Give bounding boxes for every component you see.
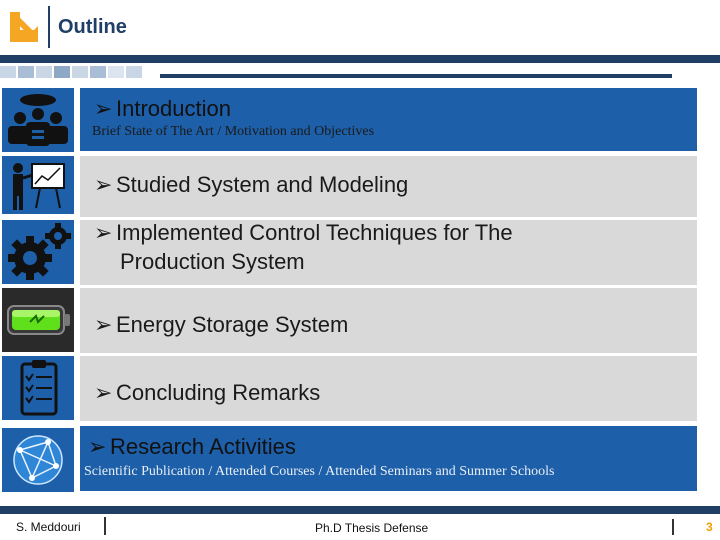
footer-author: S. Meddouri (16, 520, 81, 534)
header-bar (0, 55, 720, 63)
footer-separator (104, 517, 106, 535)
header-tiles (0, 66, 720, 78)
outline-item-control-techniques[interactable]: ➢ Implemented Control Techniques for The … (80, 220, 697, 286)
item-text: Implemented Control Techniques for The (116, 220, 513, 245)
item-subtitle-introduction: Brief State of The Art / Motivation and … (92, 124, 375, 139)
item-label-introduction: ➢ Introduction (94, 96, 231, 122)
outline-item-research-activities[interactable]: ➢ Research Activities Scientific Publicat… (80, 426, 697, 492)
research-icon-box (2, 428, 74, 492)
introduction-icon-box (2, 88, 74, 152)
globe-network-icon (13, 435, 63, 485)
outline-item-concluding-remarks[interactable]: ➢ Concluding Remarks (80, 356, 697, 422)
footer-separator (672, 519, 674, 535)
item-label-energy-storage: ➢ Energy Storage System (94, 312, 348, 338)
storage-icon-box (2, 288, 74, 352)
title-separator (48, 6, 50, 48)
arrow-bullet-icon: ➢ (88, 434, 107, 459)
presenter-board-icon (13, 163, 65, 210)
polimi-logo-icon (6, 8, 44, 48)
arrow-bullet-icon: ➢ (94, 172, 113, 197)
outline-item-studied-system[interactable]: ➢ Studied System and Modeling (80, 156, 697, 218)
item-text: Studied System and Modeling (116, 172, 409, 197)
presentation-meeting-icon (8, 94, 68, 146)
item-text: Research Activities (110, 434, 296, 459)
slide-title: Outline (58, 16, 127, 38)
outline-item-energy-storage[interactable]: ➢ Energy Storage System (80, 288, 697, 354)
control-icon-box (2, 220, 74, 284)
arrow-bullet-icon: ➢ (94, 96, 113, 121)
item-label-studied-system: ➢ Studied System and Modeling (94, 172, 408, 198)
page-number: 3 (706, 520, 713, 534)
arrow-bullet-icon: ➢ (94, 220, 113, 245)
item-label-research-activities: ➢ Research Activities (88, 434, 296, 460)
item-text: Concluding Remarks (116, 380, 321, 405)
item-label-control-line2: Production System (120, 249, 305, 274)
item-label-concluding-remarks: ➢ Concluding Remarks (94, 380, 320, 406)
item-subtitle-research-activities: Scientific Publication / Attended Course… (84, 464, 555, 479)
remarks-icon-box (2, 356, 74, 420)
battery-icon (2, 288, 74, 352)
item-text: Introduction (116, 96, 231, 121)
footer-bar (0, 506, 720, 514)
gears-icon (8, 223, 71, 280)
modeling-icon-box (2, 156, 74, 214)
arrow-bullet-icon: ➢ (94, 380, 113, 405)
item-label-control-line1: ➢ Implemented Control Techniques for The (94, 220, 513, 246)
item-text: Energy Storage System (116, 312, 349, 337)
checklist-icon (20, 360, 58, 416)
outline-item-introduction[interactable]: ➢ Introduction Brief State of The Art / M… (80, 88, 697, 152)
footer-title: Ph.D Thesis Defense (315, 521, 429, 535)
arrow-bullet-icon: ➢ (94, 312, 113, 337)
